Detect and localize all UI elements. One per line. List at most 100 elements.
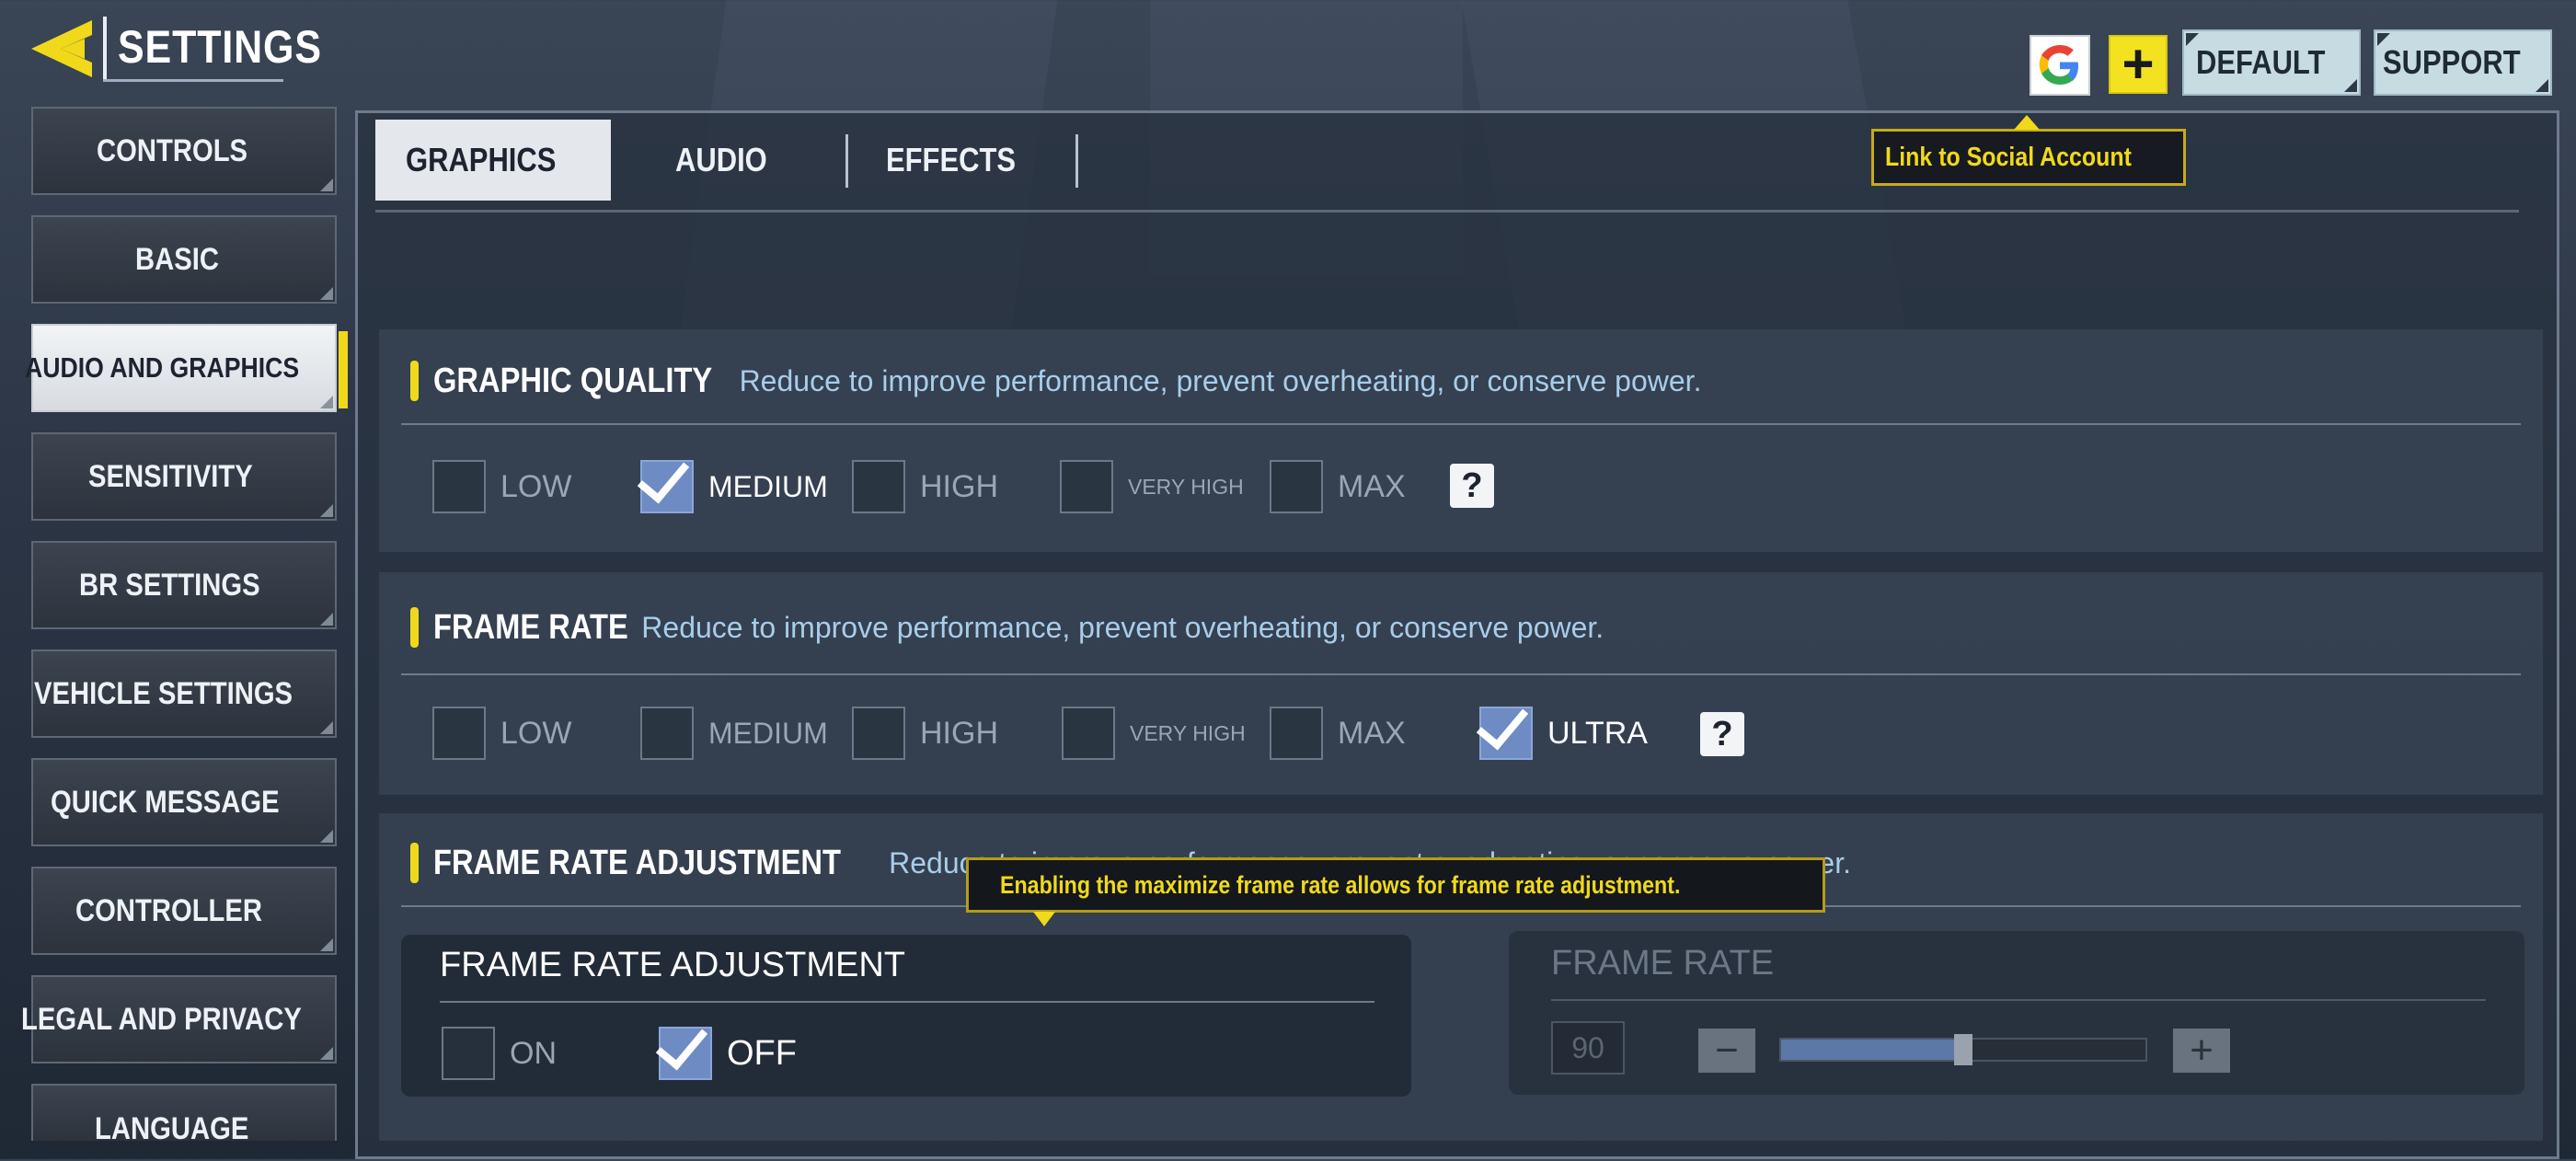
frame-rate-section: FRAME RATE Reduce to improve performance…: [379, 572, 2543, 795]
graphic-quality-high[interactable]: HIGH: [852, 460, 998, 513]
slider-handle[interactable]: [1954, 1034, 1972, 1065]
sidebar-item-label: VEHICLE SETTINGS: [33, 675, 293, 711]
section-description: Reduce to improve performance, prevent o…: [641, 610, 1604, 644]
graphic-quality-low[interactable]: LOW: [432, 460, 571, 513]
subpanel-title: FRAME RATE ADJUSTMENT: [440, 946, 905, 984]
option-label: LOW: [500, 715, 572, 751]
decrease-button[interactable]: −: [1698, 1029, 1755, 1073]
frame-rate-max[interactable]: MAX: [1270, 707, 1406, 760]
frame-rate-medium[interactable]: MEDIUM: [640, 707, 828, 760]
checkbox[interactable]: [432, 460, 486, 513]
graphic-quality-max[interactable]: MAX: [1270, 460, 1406, 513]
sidebar-item-sensitivity[interactable]: SENSITIVITY: [31, 432, 337, 521]
sidebar-item-br-settings[interactable]: BR SETTINGS: [31, 541, 337, 629]
tab-underline: [375, 210, 2519, 213]
section-divider: [401, 673, 2521, 675]
tab-label: AUDIO: [675, 141, 767, 178]
option-label: VERY HIGH: [1128, 474, 1244, 499]
section-header: GRAPHIC QUALITY Reduce to improve perfor…: [410, 353, 1701, 408]
sidebar-item-label: LEGAL AND PRIVACY: [20, 1001, 302, 1037]
sidebar-item-audio-and-graphics[interactable]: AUDIO AND GRAPHICS: [25, 324, 348, 412]
checkbox[interactable]: [1060, 460, 1113, 513]
frame-rate-slider[interactable]: [1779, 1034, 2147, 1065]
default-button-label: DEFAULT: [2196, 43, 2326, 81]
section-marker: [410, 361, 419, 401]
tab-bar: GRAPHICS AUDIO EFFECTS: [375, 120, 1078, 201]
tab-label: EFFECTS: [885, 141, 1017, 178]
checkbox[interactable]: [1062, 707, 1115, 760]
frame-rate-high[interactable]: HIGH: [852, 707, 998, 760]
support-button-label: SUPPORT: [2382, 43, 2521, 81]
checkbox[interactable]: [852, 460, 905, 513]
sidebar-item-label: CONTROLLER: [75, 892, 262, 928]
sidebar-item-label: BASIC: [135, 241, 220, 277]
default-button[interactable]: DEFAULT: [2182, 29, 2361, 96]
sidebar-item-language[interactable]: LANGUAGE: [31, 1084, 337, 1146]
section-title: FRAME RATE ADJUSTMENT: [433, 843, 841, 882]
sidebar-item-label: AUDIO AND GRAPHICS: [24, 351, 299, 384]
sidebar-item-vehicle-settings[interactable]: VEHICLE SETTINGS: [31, 649, 337, 738]
subpanel-divider: [440, 1001, 1374, 1003]
checkbox-checked[interactable]: [640, 460, 694, 513]
frame-rate-adjustment-off[interactable]: OFF: [659, 1027, 797, 1080]
checkbox[interactable]: [1270, 460, 1323, 513]
google-link-button[interactable]: [2030, 35, 2090, 96]
section-marker: [410, 843, 419, 883]
sidebar-item-label: SENSITIVITY: [88, 458, 253, 494]
checkbox-checked[interactable]: [659, 1027, 712, 1080]
option-label: VERY HIGH: [1130, 720, 1246, 745]
frame-rate-low[interactable]: LOW: [432, 707, 571, 760]
option-label: MAX: [1338, 468, 1406, 504]
header-underline: [103, 79, 283, 82]
slider-title: FRAME RATE: [1551, 944, 1775, 983]
tooltip-text: Link to Social Account: [1885, 142, 2133, 172]
checkbox[interactable]: [432, 707, 486, 760]
tab-audio[interactable]: AUDIO: [611, 120, 848, 201]
graphic-quality-medium[interactable]: MEDIUM: [640, 460, 828, 513]
sidebar-item-controller[interactable]: CONTROLLER: [31, 867, 337, 955]
support-button[interactable]: SUPPORT: [2374, 29, 2552, 96]
checkbox[interactable]: [442, 1027, 495, 1080]
add-social-button[interactable]: +: [2109, 35, 2168, 94]
option-label: HIGH: [920, 715, 998, 751]
frame-rate-very-high[interactable]: VERY HIGH: [1062, 707, 1246, 760]
slider-fill: [1781, 1040, 1963, 1060]
section-marker: [410, 607, 419, 648]
option-label: MEDIUM: [708, 469, 828, 503]
sidebar-item-controls[interactable]: CONTROLS: [31, 107, 337, 195]
section-description: Reduce to improve performance, prevent o…: [739, 363, 1702, 397]
sidebar-item-label: BR SETTINGS: [78, 567, 260, 603]
help-icon[interactable]: ?: [1700, 712, 1744, 756]
option-label: MAX: [1338, 715, 1406, 751]
tooltip-text: Enabling the maximize frame rate allows …: [1000, 870, 1681, 899]
sidebar-item-legal-and-privacy[interactable]: LEGAL AND PRIVACY: [21, 975, 337, 1063]
help-icon[interactable]: ?: [1450, 464, 1494, 508]
option-label: ON: [510, 1035, 557, 1071]
option-label: LOW: [500, 468, 572, 504]
option-label: MEDIUM: [708, 716, 828, 750]
tab-label: GRAPHICS: [405, 141, 557, 178]
option-label: OFF: [727, 1033, 797, 1073]
social-account-tooltip: Link to Social Account: [1871, 115, 2186, 186]
sidebar-item-label: QUICK MESSAGE: [51, 784, 281, 820]
tab-graphics[interactable]: GRAPHICS: [375, 120, 611, 201]
checkbox[interactable]: [852, 707, 905, 760]
sidebar-item-quick-message[interactable]: QUICK MESSAGE: [31, 758, 337, 846]
graphic-quality-section: GRAPHIC QUALITY Reduce to improve perfor…: [379, 329, 2543, 552]
sidebar-item-label: LANGUAGE: [94, 1110, 249, 1146]
checkbox-checked[interactable]: [1479, 707, 1533, 760]
checkbox[interactable]: [640, 707, 694, 760]
frame-rate-adjustment-on[interactable]: ON: [442, 1027, 557, 1080]
section-title: FRAME RATE: [433, 607, 628, 647]
graphic-quality-very-high[interactable]: VERY HIGH: [1060, 460, 1244, 513]
section-title: GRAPHIC QUALITY: [433, 361, 713, 400]
sidebar-item-label: CONTROLS: [96, 132, 247, 168]
tab-effects[interactable]: EFFECTS: [846, 120, 1078, 201]
sidebar-item-basic[interactable]: BASIC: [31, 215, 337, 304]
frame-rate-ultra[interactable]: ULTRA: [1479, 707, 1648, 760]
increase-button[interactable]: +: [2173, 1029, 2230, 1073]
checkbox[interactable]: [1270, 707, 1323, 760]
google-icon: [2039, 45, 2078, 85]
option-label: HIGH: [920, 468, 998, 504]
back-button[interactable]: [28, 17, 98, 81]
